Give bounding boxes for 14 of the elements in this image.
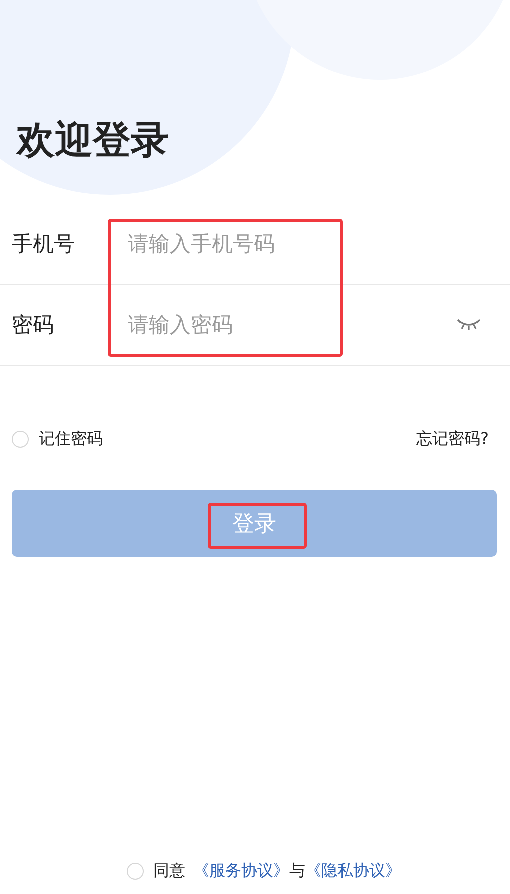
field-label: 密码	[11, 312, 55, 339]
closed-eye-icon[interactable]	[456, 318, 482, 332]
page-title: 欢迎登录	[17, 117, 169, 164]
agree-label: 同意	[154, 861, 186, 882]
service-agreement-link[interactable]: 《服务协议》	[194, 861, 290, 882]
remember-label: 记住密码	[39, 429, 103, 450]
field-label: 手机号	[11, 231, 76, 258]
conjunction-text: 与	[290, 861, 306, 882]
remember-checkbox[interactable]	[12, 431, 29, 448]
privacy-agreement-link[interactable]: 《隐私协议》	[306, 861, 402, 882]
phone-field[interactable]: 请输入手机号码	[128, 224, 510, 264]
forgot-password-link[interactable]: 忘记密码?	[416, 429, 489, 450]
password-field[interactable]: 请输入密码	[128, 305, 456, 345]
agreement-checkbox[interactable]	[126, 863, 144, 880]
